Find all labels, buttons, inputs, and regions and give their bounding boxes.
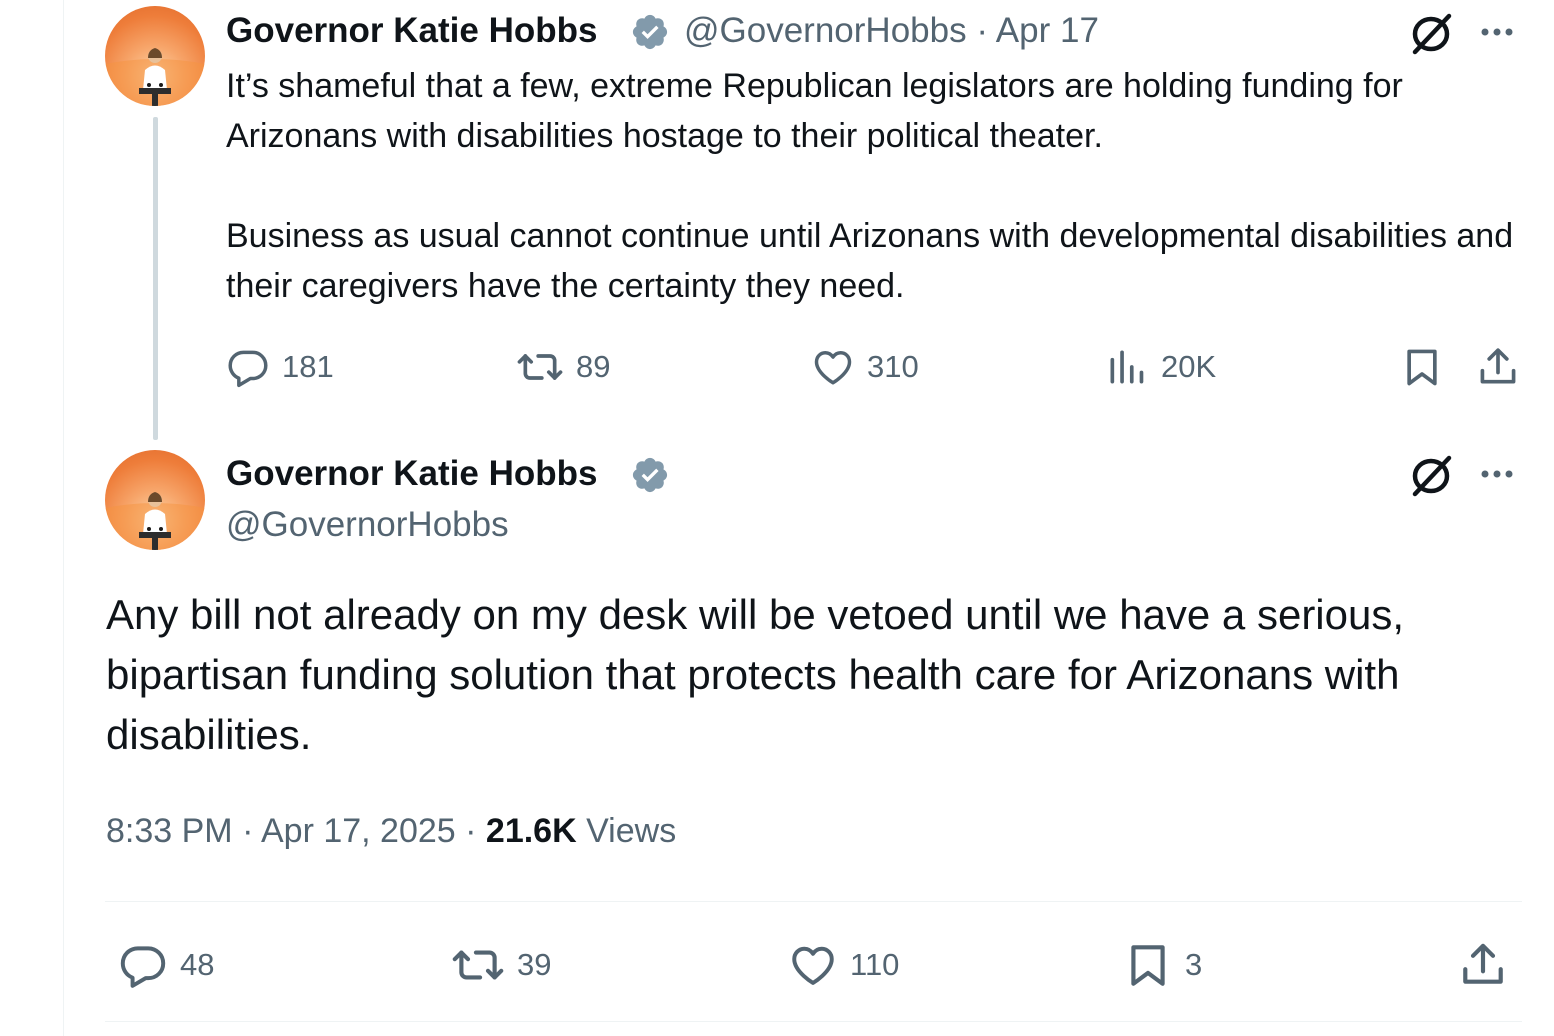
- separator-dot: ·: [976, 11, 988, 50]
- tweet-time[interactable]: 8:33 PM: [106, 812, 233, 850]
- tweet-meta: 8:33 PM · Apr 17, 2025 · 21.6K Views: [106, 812, 676, 851]
- repost-icon: [517, 354, 563, 380]
- avatar-image: [105, 492, 205, 550]
- repost-count: 39: [517, 947, 552, 982]
- avatar[interactable]: [105, 6, 205, 106]
- repost-button[interactable]: 89: [516, 345, 610, 389]
- tweet-paragraph: It’s shameful that a few, extreme Republ…: [226, 67, 1403, 155]
- reply-icon: [228, 350, 268, 388]
- main-tweet-text: Any bill not already on my desk will be …: [106, 591, 1405, 758]
- avatar-image: [105, 48, 205, 106]
- share-button[interactable]: [1476, 345, 1520, 389]
- views-icon: [1110, 350, 1144, 384]
- author-handle[interactable]: @GovernorHobbs: [226, 505, 509, 545]
- like-icon: [814, 350, 852, 385]
- share-button[interactable]: [1458, 940, 1508, 990]
- bookmark-button[interactable]: [1400, 345, 1444, 389]
- timeline-left-border: [63, 0, 64, 1036]
- avatar[interactable]: [105, 450, 205, 550]
- more-icon[interactable]: [1477, 12, 1517, 52]
- views-button[interactable]: 20K: [1105, 345, 1216, 389]
- repost-count: 89: [576, 349, 611, 384]
- views-count: 21.6K: [485, 812, 577, 850]
- repost-icon: [452, 950, 504, 980]
- tweet-date[interactable]: Apr 17, 2025: [261, 812, 456, 850]
- author-handle[interactable]: @GovernorHobbs: [684, 11, 967, 50]
- bookmark-count: 3: [1185, 947, 1203, 982]
- reply-icon: [120, 946, 166, 988]
- reply-button[interactable]: 48: [118, 940, 214, 990]
- repost-button[interactable]: 39: [451, 940, 551, 990]
- reply-button[interactable]: 181: [226, 345, 334, 389]
- separator-dot: ·: [465, 812, 477, 850]
- bookmark-icon: [1407, 349, 1437, 386]
- tweet-paragraph: Business as usual cannot continue until …: [226, 217, 1514, 305]
- like-count: 310: [867, 349, 919, 384]
- verified-badge-icon[interactable]: [630, 12, 670, 52]
- views-label: Views: [586, 812, 677, 850]
- divider: [105, 901, 1522, 902]
- verified-badge-icon[interactable]: [630, 455, 670, 495]
- grok-icon[interactable]: [1409, 10, 1455, 56]
- share-icon: [1463, 943, 1503, 984]
- views-count: 20K: [1161, 349, 1217, 384]
- separator-dot: ·: [242, 812, 254, 850]
- reply-count: 48: [180, 947, 215, 982]
- more-icon[interactable]: [1477, 454, 1517, 494]
- like-button[interactable]: 110: [788, 940, 899, 990]
- bookmark-icon: [1131, 945, 1165, 986]
- divider: [105, 1021, 1522, 1022]
- author-name[interactable]: Governor Katie Hobbs: [226, 11, 597, 51]
- reply-count: 181: [282, 349, 334, 384]
- share-icon: [1480, 348, 1516, 384]
- like-button[interactable]: 310: [811, 345, 919, 389]
- tweet-text: It’s shameful that a few, extreme Republ…: [226, 61, 1526, 311]
- handle-date-line: @GovernorHobbs · Apr 17: [684, 11, 1099, 51]
- bookmark-button[interactable]: 3: [1123, 940, 1202, 990]
- grok-icon[interactable]: [1409, 452, 1455, 498]
- tweet-date[interactable]: Apr 17: [996, 11, 1099, 50]
- like-icon: [792, 946, 834, 985]
- author-name[interactable]: Governor Katie Hobbs: [226, 454, 597, 494]
- like-count: 110: [850, 947, 900, 982]
- thread-connector-line: [153, 117, 158, 440]
